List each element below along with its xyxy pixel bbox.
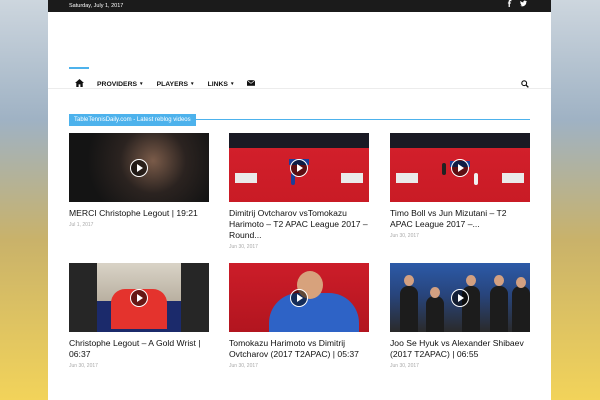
video-date: Jun 30, 2017 <box>69 363 98 369</box>
video-thumbnail[interactable] <box>390 133 530 202</box>
video-title[interactable]: Tomokazu Harimoto vs Dimitrij Ovtcharov … <box>229 338 369 360</box>
twitter-icon[interactable] <box>520 0 527 12</box>
play-icon[interactable] <box>130 159 148 177</box>
chevron-down-icon: ▾ <box>140 81 143 87</box>
menu-providers[interactable]: PROVIDERS ▾ <box>97 67 143 101</box>
menu-label: PROVIDERS <box>97 80 138 88</box>
video-date: Jun 30, 2017 <box>229 244 258 250</box>
search-button[interactable] <box>521 67 529 101</box>
play-icon[interactable] <box>451 289 469 307</box>
video-thumbnail[interactable] <box>229 133 369 202</box>
play-icon[interactable] <box>451 159 469 177</box>
video-title[interactable]: MERCI Christophe Legout | 19:21 <box>69 208 209 219</box>
menu-contact[interactable] <box>247 67 256 101</box>
video-date: Jun 30, 2017 <box>229 363 258 369</box>
menu-players[interactable]: PLAYERS ▾ <box>157 67 194 101</box>
video-date: Jun 30, 2017 <box>390 363 419 369</box>
chevron-down-icon: ▾ <box>230 81 234 87</box>
play-icon[interactable] <box>290 289 308 307</box>
video-thumbnail[interactable] <box>69 263 209 332</box>
video-card: Christophe Legout – A Gold Wrist | 06:37… <box>69 263 209 369</box>
video-card: Dimitrij Ovtcharov vsTomokazu Harimoto –… <box>229 133 369 250</box>
video-title[interactable]: Christophe Legout – A Gold Wrist | 06:37 <box>69 338 209 360</box>
search-icon <box>521 75 529 93</box>
menu-home[interactable] <box>69 67 89 101</box>
video-date: Jul 1, 2017 <box>69 222 94 228</box>
video-card: MERCI Christophe Legout | 19:21 Jul 1, 2… <box>69 133 209 228</box>
block-title: TableTennisDaily.com - Latest reblog vid… <box>69 114 196 126</box>
video-title[interactable]: Dimitrij Ovtcharov vsTomokazu Harimoto –… <box>229 208 369 241</box>
video-title[interactable]: Joo Se Hyuk vs Alexander Shibaev (2017 T… <box>390 338 530 360</box>
menu-label: PLAYERS <box>156 80 189 88</box>
video-thumbnail[interactable] <box>390 263 530 332</box>
play-icon[interactable] <box>130 289 148 307</box>
facebook-icon[interactable] <box>507 0 513 12</box>
menu-divider <box>48 88 551 89</box>
chevron-down-icon: ▾ <box>191 81 194 87</box>
video-thumbnail[interactable] <box>229 263 369 332</box>
current-date: Saturday, July 1, 2017 <box>69 3 124 9</box>
video-card: Tomokazu Harimoto vs Dimitrij Ovtcharov … <box>229 263 369 369</box>
video-thumbnail[interactable] <box>69 133 209 202</box>
video-title[interactable]: Timo Boll vs Jun Mizutani – T2 APAC Leag… <box>390 208 530 230</box>
menu-label: LINKS <box>207 80 228 88</box>
envelope-icon <box>247 79 256 88</box>
main-menu: PROVIDERS ▾ PLAYERS ▾ LINKS ▾ <box>69 67 529 101</box>
top-bar: Saturday, July 1, 2017 <box>48 0 551 12</box>
play-icon[interactable] <box>290 159 308 177</box>
video-card: Joo Se Hyuk vs Alexander Shibaev (2017 T… <box>390 263 530 369</box>
video-date: Jun 30, 2017 <box>390 233 419 239</box>
video-card: Timo Boll vs Jun Mizutani – T2 APAC Leag… <box>390 133 530 239</box>
site-wrapper: PROVIDERS ▾ PLAYERS ▾ LINKS ▾ TableTenni… <box>48 12 551 400</box>
block-header: TableTennisDaily.com - Latest reblog vid… <box>69 108 530 126</box>
menu-links[interactable]: LINKS ▾ <box>208 67 234 101</box>
